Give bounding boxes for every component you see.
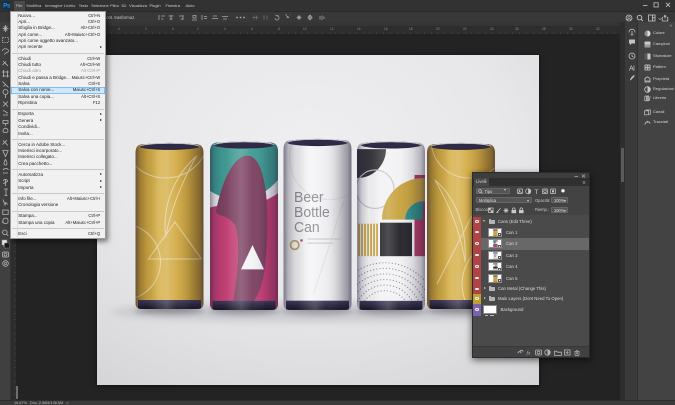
svg-text:T: T <box>534 189 538 195</box>
svg-text:Ps: Ps <box>3 3 10 9</box>
svg-text:fx: fx <box>526 350 531 357</box>
svg-text:A: A <box>629 65 634 72</box>
